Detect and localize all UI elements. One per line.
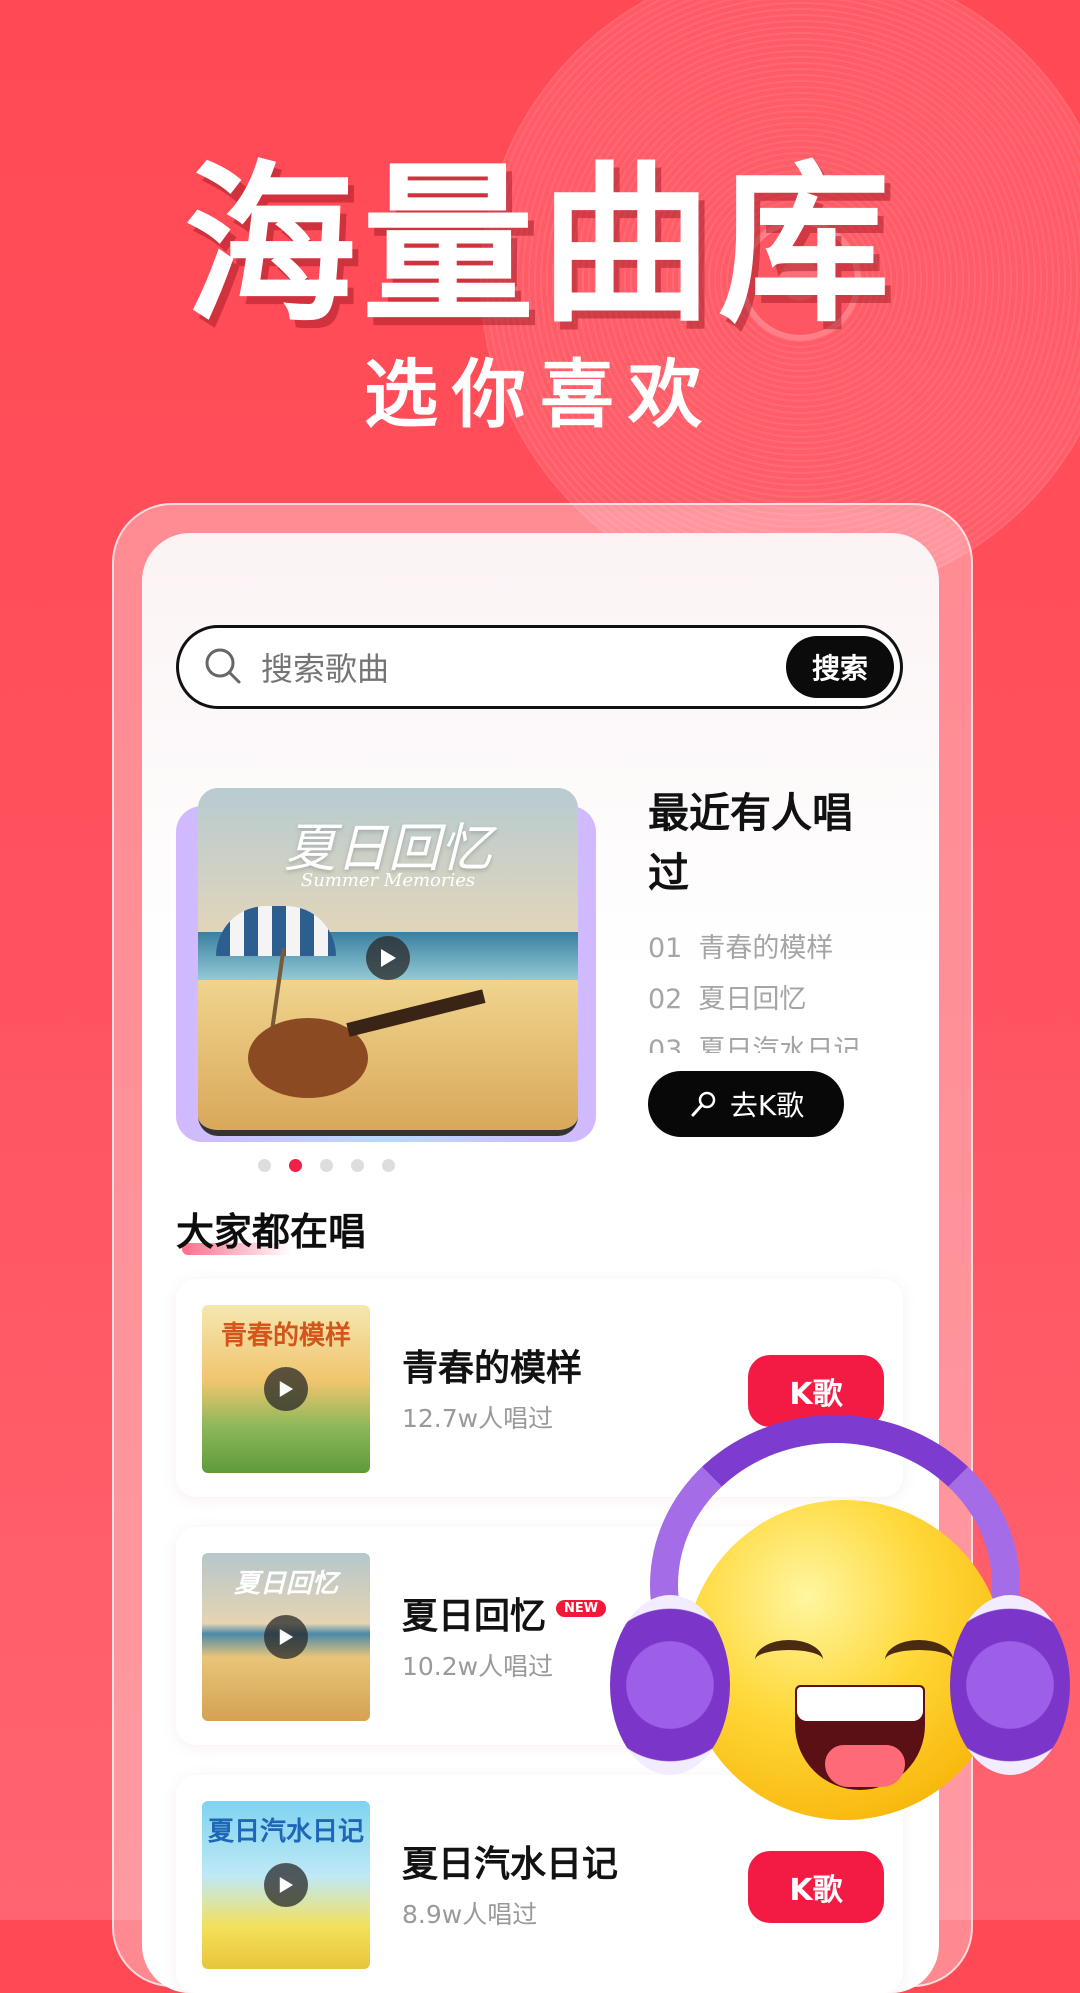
recent-item[interactable]: 01 青春的模样: [648, 923, 888, 974]
play-icon[interactable]: [264, 1367, 308, 1411]
microphone-icon: [691, 1091, 716, 1117]
song-title-text: 夏日回忆: [402, 1596, 547, 1637]
thumbnail-text: 夏日回忆: [233, 1569, 338, 1599]
headphone-cup-right: [950, 1595, 1070, 1775]
recent-item-number: 03: [648, 1035, 683, 1053]
emoji-eye-right: [885, 1640, 953, 1680]
song-title: 青春的模样: [402, 1348, 583, 1389]
recent-item-number: 02: [648, 984, 683, 1015]
search-button[interactable]: 搜索: [786, 636, 894, 698]
banner-carousel[interactable]: 夏日回忆 Summer Memories: [176, 788, 596, 1168]
carousel-dot[interactable]: [382, 1159, 395, 1172]
search-bar: 搜索: [176, 625, 903, 709]
emoji-eye-left: [755, 1640, 823, 1680]
banner-cover[interactable]: 夏日回忆 Summer Memories: [198, 788, 578, 1136]
cover-subtitle: Summer Memories: [300, 870, 476, 891]
recent-item-name: 夏日汽水日记: [698, 1035, 861, 1053]
play-icon[interactable]: [264, 1863, 308, 1907]
carousel-dots: [258, 1159, 395, 1172]
go-karaoke-button[interactable]: 去K歌: [648, 1071, 844, 1137]
thumbnail-text: 夏日汽水日记: [207, 1817, 364, 1847]
play-icon[interactable]: [366, 936, 410, 980]
song-thumbnail[interactable]: 夏日汽水日记: [202, 1801, 370, 1969]
song-title: 夏日汽水日记: [402, 1844, 619, 1885]
recent-title: 最近有人唱过: [648, 789, 853, 897]
carousel-dot[interactable]: [351, 1159, 364, 1172]
play-icon[interactable]: [264, 1615, 308, 1659]
emoji-tongue: [825, 1745, 905, 1787]
emoji-teeth: [797, 1687, 923, 1721]
recent-item-number: 01: [648, 933, 683, 964]
recent-item-name: 青春的模样: [698, 933, 834, 964]
recent-item[interactable]: 03 夏日汽水日记: [648, 1025, 888, 1053]
song-title: 夏日回忆 NEW: [402, 1587, 607, 1639]
recent-list: 01 青春的模样 02 夏日回忆 03 夏日汽水日记: [648, 923, 888, 1053]
headphone-cup-left: [610, 1595, 730, 1775]
song-thumbnail[interactable]: 夏日回忆: [202, 1553, 370, 1721]
song-sing-count: 8.9w人唱过: [402, 1900, 538, 1929]
headphone-emoji-mascot: [610, 1395, 1080, 1865]
hero-subtitle: 选你喜欢: [364, 352, 716, 438]
recent-item-name: 夏日回忆: [698, 984, 807, 1015]
song-thumbnail[interactable]: 青春的模样: [202, 1305, 370, 1473]
search-icon: [205, 648, 241, 684]
search-input[interactable]: [259, 640, 743, 698]
new-badge: NEW: [556, 1599, 607, 1617]
song-sing-count: 10.2w人唱过: [402, 1652, 554, 1681]
thumbnail-text: 青春的模样: [220, 1321, 351, 1351]
song-sing-count: 12.7w人唱过: [402, 1404, 554, 1433]
recent-item[interactable]: 02 夏日回忆: [648, 974, 888, 1025]
hero-title: 海量曲库: [184, 145, 896, 346]
carousel-dot[interactable]: [258, 1159, 271, 1172]
carousel-dot-active[interactable]: [289, 1159, 302, 1172]
carousel-dot[interactable]: [320, 1159, 333, 1172]
go-karaoke-label: 去K歌: [729, 1089, 805, 1122]
section-title: 大家都在唱: [176, 1210, 367, 1254]
